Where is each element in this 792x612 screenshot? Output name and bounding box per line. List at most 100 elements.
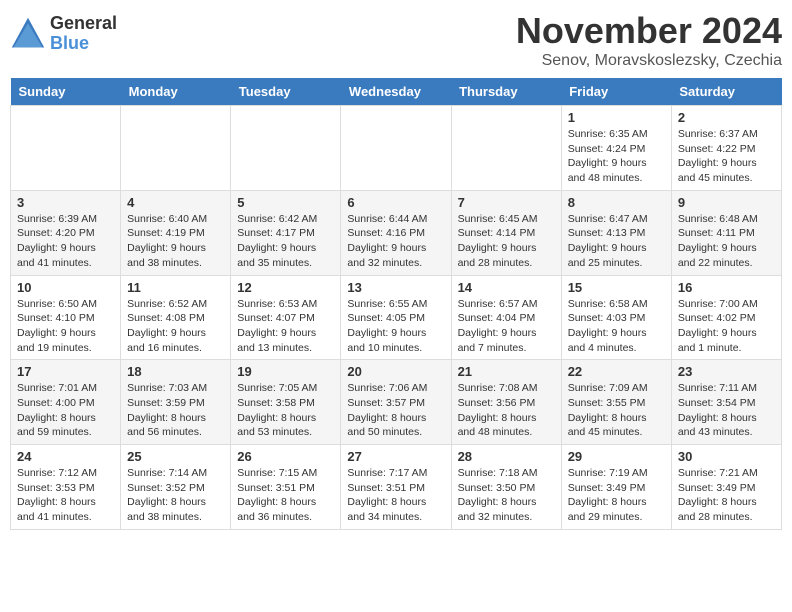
logo-text: General Blue	[50, 14, 117, 54]
week-row-5: 24Sunrise: 7:12 AM Sunset: 3:53 PM Dayli…	[11, 445, 782, 530]
day-number: 30	[678, 449, 775, 464]
calendar-cell: 17 Sunrise: 7:01 AM Sunset: 4:00 PM Dayli…	[11, 360, 121, 445]
calendar-table: SundayMondayTuesdayWednesdayThursdayFrid…	[10, 78, 782, 530]
day-number: 13	[347, 280, 444, 295]
day-number: 5	[237, 195, 334, 210]
calendar-cell: 23Sunrise: 7:11 AM Sunset: 3:54 PM Dayli…	[671, 360, 781, 445]
day-info: Sunrise: 7:03 AM Sunset: 3:59 PM Dayligh…	[127, 381, 224, 440]
week-row-4: 17 Sunrise: 7:01 AM Sunset: 4:00 PM Dayli…	[11, 360, 782, 445]
day-info: Sunrise: 7:06 AM Sunset: 3:57 PM Dayligh…	[347, 381, 444, 440]
day-number: 10	[17, 280, 114, 295]
day-number: 26	[237, 449, 334, 464]
day-info: Sunrise: 7:21 AM Sunset: 3:49 PM Dayligh…	[678, 466, 775, 525]
day-info: Sunrise: 6:42 AM Sunset: 4:17 PM Dayligh…	[237, 212, 334, 271]
day-info: Sunrise: 6:55 AM Sunset: 4:05 PM Dayligh…	[347, 297, 444, 356]
day-info: Sunrise: 6:37 AM Sunset: 4:22 PM Dayligh…	[678, 127, 775, 186]
page-header: General Blue November 2024 Senov, Moravs…	[10, 10, 782, 70]
header-tuesday: Tuesday	[231, 78, 341, 106]
calendar-cell: 19 Sunrise: 7:05 AM Sunset: 3:58 PM Dayli…	[231, 360, 341, 445]
day-info: Sunrise: 7:05 AM Sunset: 3:58 PM Dayligh…	[237, 381, 334, 440]
day-number: 9	[678, 195, 775, 210]
calendar-cell: 22 Sunrise: 7:09 AM Sunset: 3:55 PM Dayli…	[561, 360, 671, 445]
calendar-cell: 4Sunrise: 6:40 AM Sunset: 4:19 PM Daylig…	[121, 190, 231, 275]
day-number: 15	[568, 280, 665, 295]
calendar-cell: 18 Sunrise: 7:03 AM Sunset: 3:59 PM Dayli…	[121, 360, 231, 445]
day-info: Sunrise: 6:52 AM Sunset: 4:08 PM Dayligh…	[127, 297, 224, 356]
day-info: Sunrise: 7:18 AM Sunset: 3:50 PM Dayligh…	[458, 466, 555, 525]
logo-general: General	[50, 14, 117, 34]
day-info: Sunrise: 6:50 AM Sunset: 4:10 PM Dayligh…	[17, 297, 114, 356]
calendar-cell: 27 Sunrise: 7:17 AM Sunset: 3:51 PM Dayli…	[341, 445, 451, 530]
day-number: 12	[237, 280, 334, 295]
calendar-cell: 14 Sunrise: 6:57 AM Sunset: 4:04 PM Dayli…	[451, 275, 561, 360]
calendar-cell: 30 Sunrise: 7:21 AM Sunset: 3:49 PM Dayli…	[671, 445, 781, 530]
calendar-cell: 24Sunrise: 7:12 AM Sunset: 3:53 PM Dayli…	[11, 445, 121, 530]
calendar-cell	[451, 106, 561, 191]
day-info: Sunrise: 6:45 AM Sunset: 4:14 PM Dayligh…	[458, 212, 555, 271]
calendar-cell: 1Sunrise: 6:35 AM Sunset: 4:24 PM Daylig…	[561, 106, 671, 191]
day-number: 23	[678, 364, 775, 379]
calendar-cell: 5 Sunrise: 6:42 AM Sunset: 4:17 PM Daylig…	[231, 190, 341, 275]
day-number: 2	[678, 110, 775, 125]
day-number: 14	[458, 280, 555, 295]
calendar-cell: 11 Sunrise: 6:52 AM Sunset: 4:08 PM Dayli…	[121, 275, 231, 360]
logo-blue: Blue	[50, 34, 117, 54]
calendar-cell	[121, 106, 231, 191]
calendar-cell: 3 Sunrise: 6:39 AM Sunset: 4:20 PM Daylig…	[11, 190, 121, 275]
day-number: 27	[347, 449, 444, 464]
calendar-cell: 16 Sunrise: 7:00 AM Sunset: 4:02 PM Dayli…	[671, 275, 781, 360]
calendar-cell	[11, 106, 121, 191]
calendar-cell: 12Sunrise: 6:53 AM Sunset: 4:07 PM Dayli…	[231, 275, 341, 360]
day-info: Sunrise: 6:40 AM Sunset: 4:19 PM Dayligh…	[127, 212, 224, 271]
header-monday: Monday	[121, 78, 231, 106]
calendar-cell: 21 Sunrise: 7:08 AM Sunset: 3:56 PM Dayli…	[451, 360, 561, 445]
location: Senov, Moravskoslezsky, Czechia	[516, 52, 782, 70]
day-number: 16	[678, 280, 775, 295]
day-info: Sunrise: 6:35 AM Sunset: 4:24 PM Dayligh…	[568, 127, 665, 186]
day-number: 28	[458, 449, 555, 464]
day-number: 11	[127, 280, 224, 295]
day-info: Sunrise: 7:01 AM Sunset: 4:00 PM Dayligh…	[17, 381, 114, 440]
day-info: Sunrise: 7:19 AM Sunset: 3:49 PM Dayligh…	[568, 466, 665, 525]
calendar-cell: 2 Sunrise: 6:37 AM Sunset: 4:22 PM Daylig…	[671, 106, 781, 191]
day-number: 18	[127, 364, 224, 379]
logo-icon	[10, 16, 46, 52]
day-info: Sunrise: 7:00 AM Sunset: 4:02 PM Dayligh…	[678, 297, 775, 356]
day-number: 25	[127, 449, 224, 464]
calendar-cell: 8Sunrise: 6:47 AM Sunset: 4:13 PM Daylig…	[561, 190, 671, 275]
day-info: Sunrise: 6:48 AM Sunset: 4:11 PM Dayligh…	[678, 212, 775, 271]
day-number: 22	[568, 364, 665, 379]
day-number: 6	[347, 195, 444, 210]
header-thursday: Thursday	[451, 78, 561, 106]
day-info: Sunrise: 6:44 AM Sunset: 4:16 PM Dayligh…	[347, 212, 444, 271]
day-info: Sunrise: 7:14 AM Sunset: 3:52 PM Dayligh…	[127, 466, 224, 525]
calendar-header-row: SundayMondayTuesdayWednesdayThursdayFrid…	[11, 78, 782, 106]
calendar-cell: 13 Sunrise: 6:55 AM Sunset: 4:05 PM Dayli…	[341, 275, 451, 360]
day-number: 19	[237, 364, 334, 379]
day-info: Sunrise: 7:15 AM Sunset: 3:51 PM Dayligh…	[237, 466, 334, 525]
day-info: Sunrise: 6:47 AM Sunset: 4:13 PM Dayligh…	[568, 212, 665, 271]
day-info: Sunrise: 7:17 AM Sunset: 3:51 PM Dayligh…	[347, 466, 444, 525]
calendar-cell: 10 Sunrise: 6:50 AM Sunset: 4:10 PM Dayli…	[11, 275, 121, 360]
day-number: 3	[17, 195, 114, 210]
calendar-cell: 29Sunrise: 7:19 AM Sunset: 3:49 PM Dayli…	[561, 445, 671, 530]
month-title: November 2024	[516, 10, 782, 52]
header-saturday: Saturday	[671, 78, 781, 106]
day-number: 7	[458, 195, 555, 210]
header-wednesday: Wednesday	[341, 78, 451, 106]
week-row-1: 1Sunrise: 6:35 AM Sunset: 4:24 PM Daylig…	[11, 106, 782, 191]
day-info: Sunrise: 6:39 AM Sunset: 4:20 PM Dayligh…	[17, 212, 114, 271]
day-info: Sunrise: 7:09 AM Sunset: 3:55 PM Dayligh…	[568, 381, 665, 440]
calendar-cell: 6 Sunrise: 6:44 AM Sunset: 4:16 PM Daylig…	[341, 190, 451, 275]
calendar-cell	[341, 106, 451, 191]
calendar-cell: 25 Sunrise: 7:14 AM Sunset: 3:52 PM Dayli…	[121, 445, 231, 530]
day-info: Sunrise: 6:57 AM Sunset: 4:04 PM Dayligh…	[458, 297, 555, 356]
day-number: 17	[17, 364, 114, 379]
day-info: Sunrise: 7:08 AM Sunset: 3:56 PM Dayligh…	[458, 381, 555, 440]
day-info: Sunrise: 6:58 AM Sunset: 4:03 PM Dayligh…	[568, 297, 665, 356]
calendar-cell: 20Sunrise: 7:06 AM Sunset: 3:57 PM Dayli…	[341, 360, 451, 445]
week-row-3: 10 Sunrise: 6:50 AM Sunset: 4:10 PM Dayli…	[11, 275, 782, 360]
day-number: 21	[458, 364, 555, 379]
header-friday: Friday	[561, 78, 671, 106]
calendar-cell: 15 Sunrise: 6:58 AM Sunset: 4:03 PM Dayli…	[561, 275, 671, 360]
